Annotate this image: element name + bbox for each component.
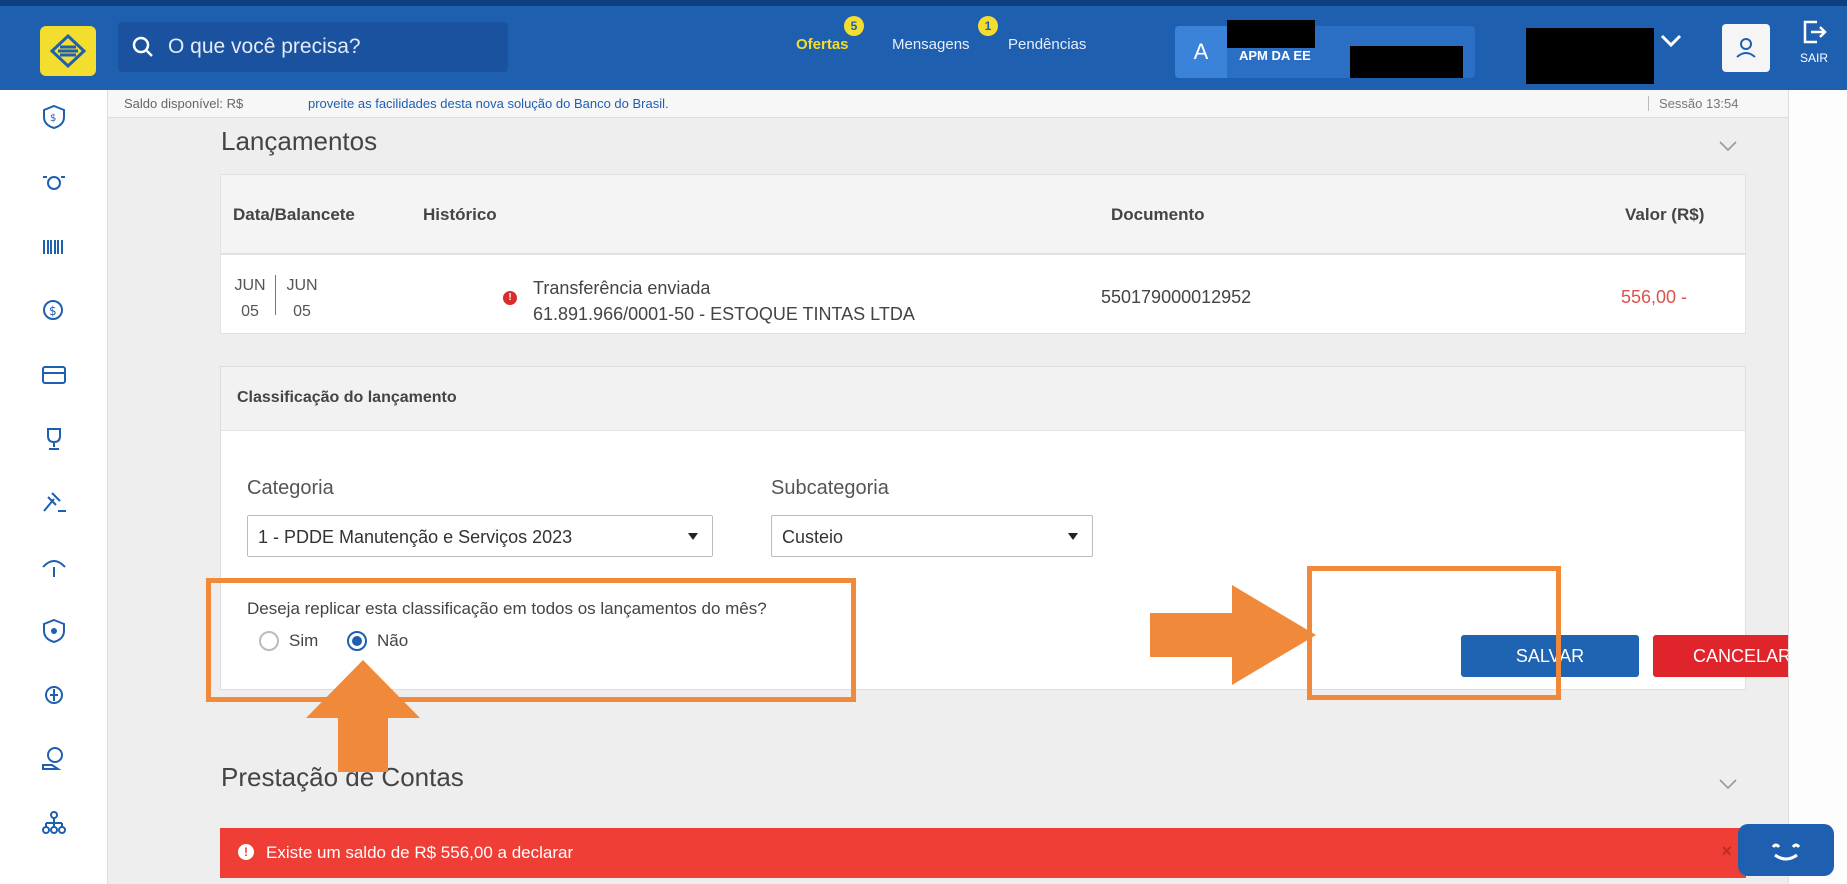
account-selector[interactable]: A APM DA EE [1175,20,1475,78]
caret-down-icon [688,533,698,540]
chevron-down-icon[interactable] [1660,34,1682,48]
caret-down-icon [1068,533,1078,540]
org-chart-icon[interactable] [37,806,71,840]
nav-pendencias[interactable]: Pendências [1008,36,1086,53]
logout-icon [1803,20,1827,44]
scrollbar[interactable] [1788,90,1847,884]
arrow-up-annotation [306,660,420,772]
categoria-label: Categoria [247,477,334,499]
month: JUN [286,277,318,294]
exchange-icon[interactable] [37,678,71,712]
gavel-icon[interactable] [37,486,71,520]
logout-label: SAIR [1800,51,1829,65]
ofertas-badge: 5 [844,16,864,36]
shield-money-icon[interactable]: $ [37,100,71,134]
table-row[interactable]: JUN 05 JUN 05 ! Transferência enviada 61… [220,254,1746,334]
alert-icon: ! [503,291,517,305]
col-data: Data/Balancete [233,205,355,224]
redacted-block [1350,46,1463,78]
smile-icon [1771,843,1801,861]
redacted-block [1227,20,1315,48]
search-placeholder: O que você precisa? [168,35,361,58]
col-historico: Histórico [423,205,497,224]
chevron-down-icon[interactable] [1718,778,1738,790]
svg-text:$: $ [50,113,56,124]
info-bar: Saldo disponível: R$ proveite as facilid… [108,90,1788,118]
trophy-icon[interactable] [37,422,71,456]
arrow-right-annotation [1150,585,1316,685]
session-timer: Sessão 13:54 [1648,96,1739,111]
shield-icon[interactable] [37,614,71,648]
avatar: A [1175,26,1227,78]
chat-assistant-button[interactable] [1738,824,1834,876]
alert-text: Existe um saldo de R$ 556,00 a declarar [266,843,574,862]
date-movimento: JUN 05 [231,273,269,325]
classificacao-title: Classificação do lançamento [237,389,457,406]
saldo-alert: ! Existe um saldo de R$ 556,00 a declara… [220,828,1746,878]
alert-icon: ! [238,844,254,860]
day: 05 [241,303,259,320]
valor: 556,00 - [1621,287,1688,307]
historico: Transferência enviada 61.891.966/0001-50… [533,275,915,327]
redacted-block [1526,28,1654,84]
table-header: Data/Balancete Histórico Documento Valor… [220,174,1746,254]
saldo-disponivel: Saldo disponível: R$ [124,96,244,111]
transfer-icon[interactable] [37,166,71,200]
profile-button[interactable] [1722,24,1770,72]
account-name: APM DA EE [1239,48,1311,63]
documento: 550179000012952 [1101,287,1252,307]
classificacao-header: Classificação do lançamento [221,367,1745,431]
card-icon[interactable] [37,358,71,392]
search-input[interactable]: O que você precisa? [118,22,508,72]
subcategoria-select[interactable]: Custeio [771,515,1093,557]
logout-button[interactable]: SAIR [1800,18,1828,65]
subcategoria-value: Custeio [782,527,844,547]
day: 05 [293,303,311,320]
user-icon [1736,38,1756,58]
promo-ticker[interactable]: proveite as facilidades desta nova soluç… [308,96,669,111]
annotation-box-save [1307,566,1561,700]
col-valor: Valor (R$) [1625,205,1705,224]
chevron-down-icon[interactable] [1718,140,1738,152]
money-cycle-icon[interactable]: $ [37,294,71,328]
subcategoria-label: Subcategoria [771,477,889,499]
date-divider [275,275,276,315]
bb-logo-icon[interactable] [40,26,96,76]
umbrella-icon[interactable] [37,550,71,584]
historico-line1: Transferência enviada [533,278,711,298]
sidebar: $ $ [0,90,108,884]
categoria-value: 1 - PDDE Manutenção e Serviços 2023 [258,527,573,547]
nav-mensagens[interactable]: Mensagens [892,36,970,53]
categoria-select[interactable]: 1 - PDDE Manutenção e Serviços 2023 [247,515,713,557]
barcode-icon[interactable] [37,230,71,264]
month: JUN [234,277,266,294]
search-icon [132,36,153,57]
close-icon[interactable]: × [1721,841,1732,862]
annotation-box-radio [206,578,856,702]
historico-line2: 61.891.966/0001-50 - ESTOQUE TINTAS LTDA [533,304,915,324]
svg-text:$: $ [49,304,57,318]
nav-ofertas[interactable]: Ofertas [796,36,849,53]
mensagens-badge: 1 [978,16,998,36]
col-documento: Documento [1111,205,1205,224]
date-balancete: JUN 05 [283,273,321,325]
lancamentos-title: Lançamentos [221,126,378,156]
hand-money-icon[interactable] [37,742,71,776]
top-bar: O que você precisa? 5 Ofertas 1 Mensagen… [0,0,1847,90]
